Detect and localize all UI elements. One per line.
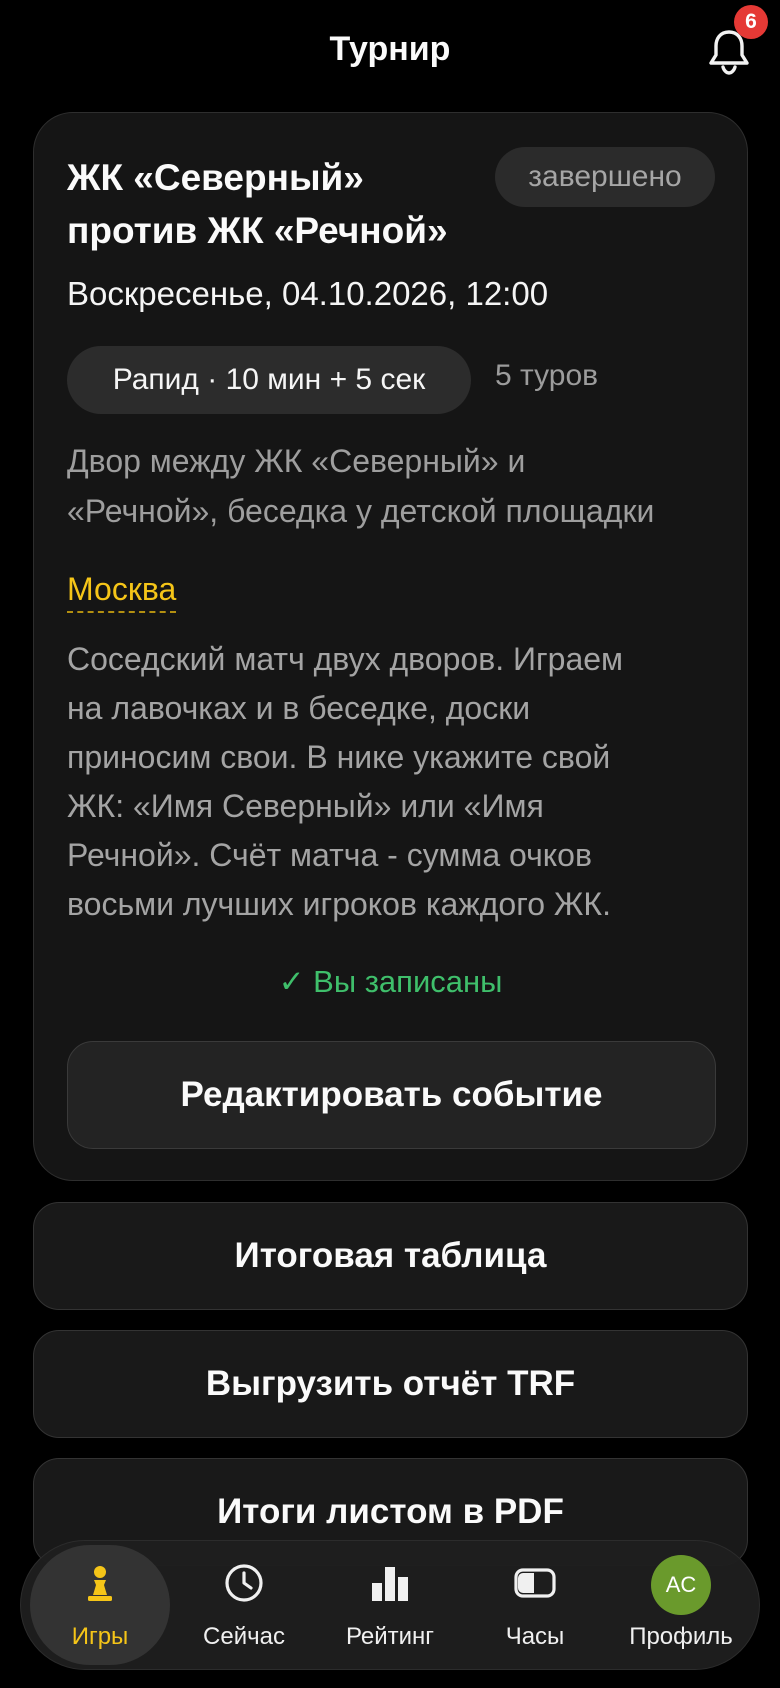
event-datetime: Воскресенье, 04.10.2026, 12:00 — [67, 275, 549, 312]
event-title-line: против ЖК «Речной» — [67, 210, 448, 251]
tab-profile[interactable]: AC Профиль — [611, 1545, 751, 1665]
tab-now[interactable]: Сейчас — [174, 1545, 314, 1665]
notification-badge: 6 — [734, 5, 768, 39]
avatar: AC — [651, 1555, 711, 1615]
event-venue: Двор между ЖК «Северный» и «Речной», бес… — [67, 436, 727, 536]
status-badge: завершено — [495, 147, 715, 207]
event-title-line: ЖК «Северный» — [67, 157, 364, 198]
page-title: Турнир — [329, 30, 451, 68]
tournament-page: Турнир 6 ЖК «Северный» против ЖК «Речной… — [0, 0, 780, 1688]
tab-label: Игры — [71, 1623, 129, 1650]
description-line: восьми лучших игроков каждого ЖК. — [67, 886, 611, 922]
export-trf-button[interactable]: Выгрузить отчёт TRF — [33, 1330, 748, 1438]
standings-button[interactable]: Итоговая таблица — [33, 1202, 748, 1310]
tab-label: Рейтинг — [345, 1623, 435, 1650]
time-control-badge: Рапид · 10 мин + 5 сек — [67, 346, 471, 414]
tab-rating[interactable]: Рейтинг — [320, 1545, 460, 1665]
event-title: ЖК «Северный» против ЖК «Речной» — [67, 151, 507, 257]
venue-line: «Речной», беседка у детской площадки — [67, 493, 655, 529]
description-line: Соседский матч двух дворов. Играем — [67, 641, 624, 677]
tab-label: Профиль — [629, 1623, 733, 1650]
venue-line: Двор между ЖК «Северный» и — [67, 443, 526, 479]
event-description: Соседский матч двух дворов. Играем на ла… — [67, 635, 727, 929]
description-line: приносим свои. В нике укажите свой — [67, 739, 611, 775]
description-line: ЖК: «Имя Северный» или «Имя — [67, 788, 544, 824]
tab-clock[interactable]: Часы — [465, 1545, 605, 1665]
description-line: на лавочках и в беседке, доски — [67, 690, 531, 726]
description-line: Речной». Счёт матча - сумма очков — [67, 837, 592, 873]
header: Турнир 6 — [0, 0, 780, 104]
chess-pawn-icon — [78, 1561, 122, 1605]
registration-status: ✓ Вы записаны — [278, 964, 503, 999]
edit-event-button[interactable]: Редактировать событие — [67, 1041, 716, 1149]
tab-games[interactable]: Игры — [30, 1545, 170, 1665]
clock-icon — [222, 1561, 266, 1605]
bottom-tab-bar: Игры Сейчас Рейтинг Часы AC Профиль — [20, 1540, 760, 1670]
event-card: ЖК «Северный» против ЖК «Речной» заверше… — [33, 112, 748, 1181]
bar-chart-icon — [368, 1561, 412, 1605]
chess-clock-icon — [513, 1561, 557, 1605]
rounds-count: 5 туров — [495, 359, 599, 392]
city-link[interactable]: Москва — [67, 567, 177, 613]
tab-label: Сейчас — [203, 1623, 285, 1650]
tab-label: Часы — [505, 1623, 565, 1650]
